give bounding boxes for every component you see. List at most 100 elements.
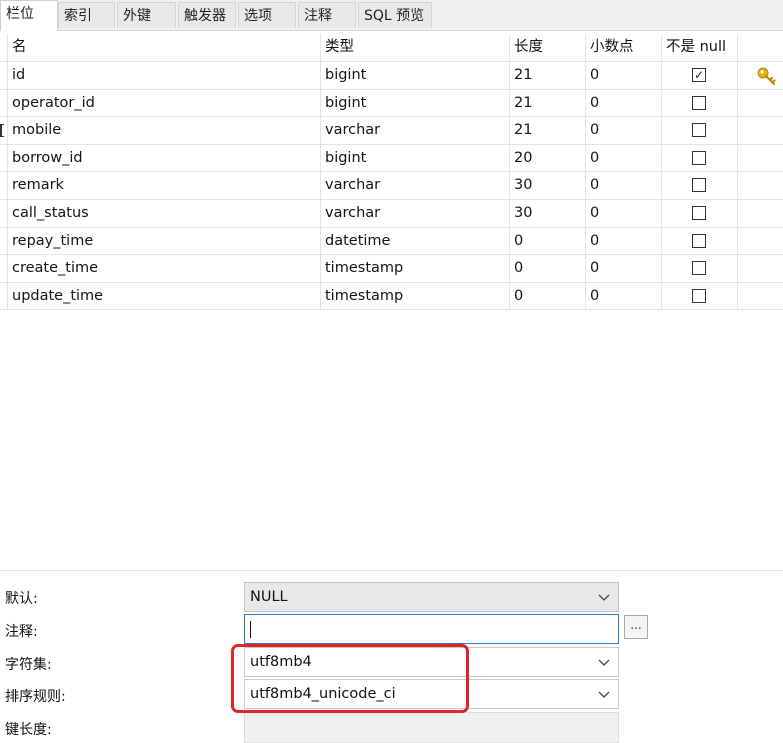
table-row[interactable]: remark varchar 30 0 [0, 172, 783, 200]
cell-type[interactable]: varchar [321, 199, 510, 228]
tab-indexes[interactable]: 索引 [58, 2, 115, 28]
not-null-checkbox[interactable] [692, 150, 706, 165]
cell-type[interactable]: bigint [321, 144, 510, 173]
cell-key[interactable] [738, 117, 783, 145]
table-row[interactable]: update_time timestamp 0 0 [0, 282, 783, 311]
not-null-checkbox[interactable] [692, 205, 706, 220]
columns-grid: 名 类型 长度 小数点 不是 null id bigint 21 0 ✓ operator… [0, 34, 783, 311]
cell-type[interactable]: varchar [321, 117, 510, 145]
cell-key[interactable] [738, 145, 783, 173]
cell-not-null[interactable] [662, 144, 738, 173]
cell-length[interactable]: 21 [510, 62, 586, 90]
cell-type[interactable]: datetime [321, 227, 510, 256]
comment-input[interactable] [244, 614, 619, 644]
panel-divider [0, 570, 783, 571]
cell-not-null[interactable] [662, 89, 738, 118]
cell-not-null[interactable]: ✓ [662, 62, 738, 90]
cell-name[interactable]: borrow_id [8, 144, 321, 173]
tab-label: 注释 [304, 8, 332, 24]
cell-length[interactable]: 30 [510, 199, 586, 228]
cell-type[interactable]: bigint [321, 62, 510, 90]
header-name[interactable]: 名 [8, 34, 321, 62]
cell-name[interactable]: update_time [8, 282, 321, 311]
cell-not-null[interactable] [662, 255, 738, 283]
table-row[interactable]: mobile varchar 21 0 [0, 117, 783, 145]
cell-decimals[interactable]: 0 [586, 255, 662, 283]
collation-select[interactable]: utf8mb4_unicode_ci [244, 679, 619, 709]
cell-key[interactable] [738, 255, 783, 283]
cell-not-null[interactable] [662, 227, 738, 256]
not-null-checkbox[interactable] [692, 95, 706, 110]
default-label: 默认: [5, 591, 38, 607]
not-null-checkbox[interactable]: ✓ [692, 68, 706, 82]
cell-key[interactable] [738, 200, 783, 228]
tab-options[interactable]: 选项 [238, 2, 296, 28]
cell-length[interactable]: 0 [510, 282, 586, 311]
cell-key[interactable] [738, 90, 783, 118]
table-row[interactable]: operator_id bigint 21 0 [0, 89, 783, 118]
cell-not-null[interactable] [662, 282, 738, 311]
cell-length[interactable]: 20 [510, 144, 586, 173]
table-row[interactable]: repay_time datetime 0 0 [0, 227, 783, 256]
header-not-null[interactable]: 不是 null [662, 34, 738, 62]
cell-name[interactable]: id [8, 62, 321, 90]
cell-key[interactable] [738, 283, 783, 311]
tab-foreign-keys[interactable]: 外键 [117, 2, 176, 28]
cell-decimals[interactable]: 0 [586, 144, 662, 173]
cell-decimals[interactable]: 0 [586, 282, 662, 311]
header-type[interactable]: 类型 [321, 34, 510, 62]
cell-decimals[interactable]: 0 [586, 199, 662, 228]
cell-key[interactable] [738, 172, 783, 200]
cell-not-null[interactable] [662, 172, 738, 200]
cell-length[interactable]: 0 [510, 255, 586, 283]
cell-type[interactable]: bigint [321, 89, 510, 118]
header-length[interactable]: 长度 [510, 34, 586, 62]
tab-sql-preview[interactable]: SQL 预览 [358, 2, 432, 28]
cell-decimals[interactable]: 0 [586, 172, 662, 200]
cell-not-null[interactable] [662, 117, 738, 145]
cell-key[interactable] [738, 62, 783, 90]
cell-length[interactable]: 21 [510, 117, 586, 145]
charset-value: utf8mb4 [250, 654, 312, 670]
tab-columns[interactable]: 栏位 [0, 0, 58, 31]
row-indicator [0, 282, 8, 311]
tab-comment[interactable]: 注释 [298, 2, 356, 28]
cell-not-null[interactable] [662, 199, 738, 228]
tab-label: SQL 预览 [364, 8, 425, 24]
cell-type[interactable]: timestamp [321, 282, 510, 311]
not-null-checkbox[interactable] [692, 123, 706, 138]
grid-header: 名 类型 长度 小数点 不是 null [0, 34, 783, 62]
cell-name[interactable]: operator_id [8, 89, 321, 118]
tab-triggers[interactable]: 触发器 [178, 2, 236, 28]
cell-length[interactable]: 21 [510, 89, 586, 118]
table-row[interactable]: call_status varchar 30 0 [0, 199, 783, 228]
default-value: NULL [250, 589, 288, 605]
cell-decimals[interactable]: 0 [586, 117, 662, 145]
table-row[interactable]: borrow_id bigint 20 0 [0, 144, 783, 173]
cell-name[interactable]: mobile [8, 117, 321, 145]
cell-decimals[interactable]: 0 [586, 62, 662, 90]
cell-name[interactable]: call_status [8, 199, 321, 228]
charset-select[interactable]: utf8mb4 [244, 647, 619, 677]
not-null-checkbox[interactable] [692, 288, 706, 303]
cell-type[interactable]: varchar [321, 172, 510, 200]
cell-length[interactable]: 30 [510, 172, 586, 200]
header-decimals[interactable]: 小数点 [586, 34, 662, 62]
table-row[interactable]: create_time timestamp 0 0 [0, 255, 783, 283]
cell-length[interactable]: 0 [510, 227, 586, 256]
charset-label: 字符集: [5, 657, 52, 673]
cell-key[interactable] [738, 228, 783, 256]
cell-name[interactable]: remark [8, 172, 321, 200]
cell-name[interactable]: create_time [8, 255, 321, 283]
not-null-checkbox[interactable] [692, 233, 706, 248]
table-row[interactable]: id bigint 21 0 ✓ [0, 62, 783, 90]
comment-ellipsis-button[interactable]: ... [624, 615, 648, 639]
chevron-down-icon [598, 594, 610, 601]
cell-decimals[interactable]: 0 [586, 227, 662, 256]
cell-decimals[interactable]: 0 [586, 89, 662, 118]
not-null-checkbox[interactable] [692, 178, 706, 193]
cell-type[interactable]: timestamp [321, 255, 510, 283]
cell-name[interactable]: repay_time [8, 227, 321, 256]
not-null-checkbox[interactable] [692, 261, 706, 276]
default-select[interactable]: NULL [244, 582, 619, 612]
